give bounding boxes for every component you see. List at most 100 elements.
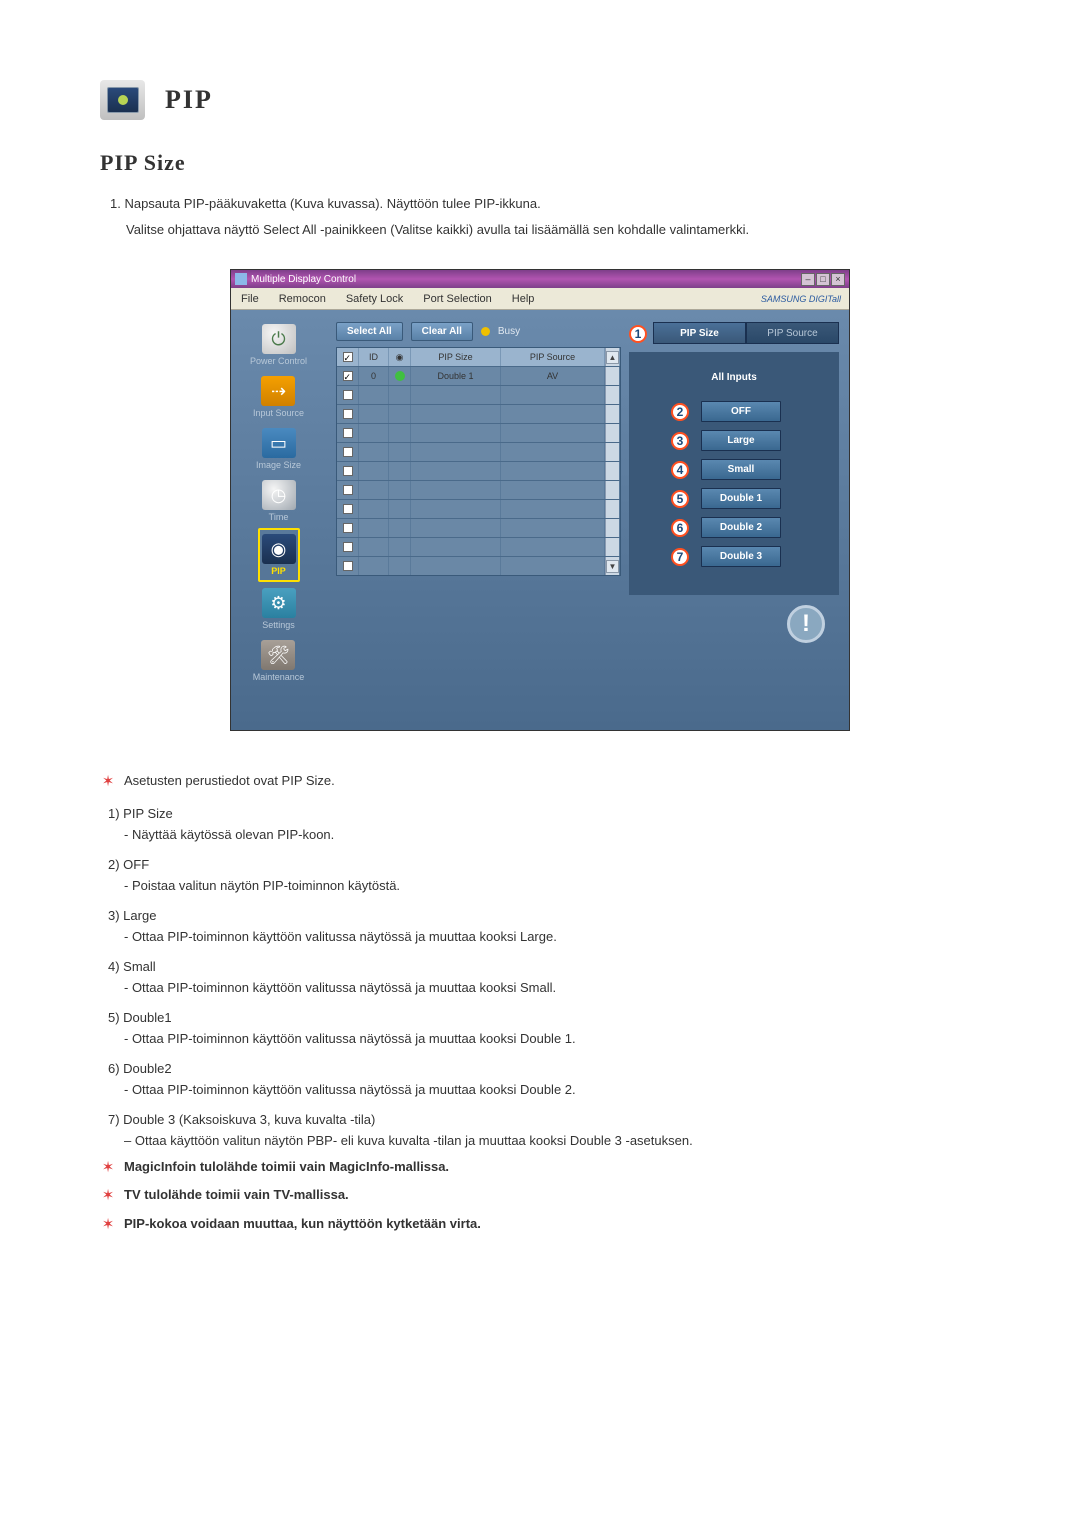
table-row[interactable]: [337, 499, 620, 518]
star-icon: ✶: [100, 1157, 116, 1180]
maximize-button[interactable]: □: [816, 273, 830, 286]
star-icon: ✶: [100, 1214, 116, 1237]
double3-button[interactable]: Double 3: [701, 546, 781, 567]
menu-remocon[interactable]: Remocon: [269, 293, 336, 305]
row-checkbox[interactable]: [343, 542, 353, 552]
table-row[interactable]: [337, 385, 620, 404]
all-inputs-label: All Inputs: [641, 372, 827, 383]
annotation-marker-7: 7: [671, 548, 689, 566]
list-item-5-title: 5) Double1: [108, 1008, 980, 1028]
col-pip-source[interactable]: PIP Source: [501, 348, 605, 366]
star-icon: ✶: [100, 771, 116, 794]
col-pip-size[interactable]: PIP Size: [411, 348, 501, 366]
list-item-3-desc: - Ottaa PIP-toiminnon käyttöön valitussa…: [124, 927, 980, 947]
table-row[interactable]: [337, 461, 620, 480]
titlebar: Multiple Display Control – □ ×: [231, 270, 849, 288]
page-title: PIP: [165, 85, 213, 115]
sidebar-item-settings[interactable]: ⚙ Settings: [260, 584, 298, 634]
sidebar-item-maintenance[interactable]: 🛠 Maintenance: [251, 636, 307, 686]
annotation-marker-6: 6: [671, 519, 689, 537]
table-row[interactable]: ▼: [337, 556, 620, 575]
row-checkbox[interactable]: [343, 409, 353, 419]
annotation-marker-5: 5: [671, 490, 689, 508]
off-button[interactable]: OFF: [701, 401, 781, 422]
table-row[interactable]: [337, 404, 620, 423]
col-id[interactable]: ID: [359, 348, 389, 366]
row-pip-size: Double 1: [411, 367, 501, 385]
annotation-marker-3: 3: [671, 432, 689, 450]
small-button[interactable]: Small: [701, 459, 781, 480]
list-item-3-title: 3) Large: [108, 906, 980, 926]
row-checkbox[interactable]: [343, 485, 353, 495]
menu-safety-lock[interactable]: Safety Lock: [336, 293, 413, 305]
close-button[interactable]: ×: [831, 273, 845, 286]
alert-icon: !: [787, 605, 825, 643]
table-row[interactable]: [337, 442, 620, 461]
instruction-line-2: Valitse ohjattava näyttö Select All -pai…: [100, 220, 980, 240]
annotation-marker-1: 1: [629, 325, 647, 343]
table-row[interactable]: [337, 423, 620, 442]
row-id: 0: [359, 367, 389, 385]
sidebar-label-image: Image Size: [256, 460, 301, 470]
settings-icon: ⚙: [262, 588, 296, 618]
list-item-7-title: 7) Double 3 (Kaksoiskuva 3, kuva kuvalta…: [108, 1110, 980, 1130]
select-all-button[interactable]: Select All: [336, 322, 403, 341]
minimize-button[interactable]: –: [801, 273, 815, 286]
menu-file[interactable]: File: [231, 293, 269, 305]
tab-pip-source[interactable]: PIP Source: [746, 322, 839, 344]
large-button[interactable]: Large: [701, 430, 781, 451]
sidebar-item-time[interactable]: ◷ Time: [260, 476, 298, 526]
bullet-star-3: TV tulolähde toimii vain TV-mallissa.: [124, 1185, 349, 1205]
table-row[interactable]: [337, 518, 620, 537]
row-checkbox[interactable]: [343, 523, 353, 533]
list-item-7-desc: – Ottaa käyttöön valitun näytön PBP- eli…: [124, 1131, 980, 1151]
status-on-icon: [395, 371, 405, 381]
double2-button[interactable]: Double 2: [701, 517, 781, 538]
sidebar-item-input-source[interactable]: ⇢ Input Source: [251, 372, 306, 422]
table-row[interactable]: [337, 537, 620, 556]
maintenance-icon: 🛠: [261, 640, 295, 670]
window-title: Multiple Display Control: [251, 274, 356, 285]
list-item-1-title: 1) PIP Size: [108, 804, 980, 824]
row-checkbox[interactable]: [343, 466, 353, 476]
row-checkbox[interactable]: [343, 428, 353, 438]
row-checkbox[interactable]: [343, 390, 353, 400]
scroll-up-button[interactable]: ▲: [605, 348, 620, 366]
scroll-down-button[interactable]: ▼: [605, 557, 620, 575]
sidebar-item-pip[interactable]: ◉ PIP: [258, 528, 300, 582]
power-icon: ⏻: [262, 324, 296, 354]
page-subtitle: PIP Size: [100, 150, 980, 176]
brand-logo: SAMSUNG DIGITall: [761, 294, 849, 304]
menubar: File Remocon Safety Lock Port Selection …: [231, 288, 849, 310]
bullet-star-4: PIP-kokoa voidaan muuttaa, kun näyttöön …: [124, 1214, 481, 1234]
row-pip-source: AV: [501, 367, 605, 385]
list-item-6-desc: - Ottaa PIP-toiminnon käyttöön valitussa…: [124, 1080, 980, 1100]
row-checkbox[interactable]: [343, 371, 353, 381]
sidebar-label-settings: Settings: [262, 620, 295, 630]
sidebar-item-power-control[interactable]: ⏻ Power Control: [248, 320, 309, 370]
sidebar-label-input: Input Source: [253, 408, 304, 418]
list-item-4-title: 4) Small: [108, 957, 980, 977]
instruction-line-1: 1. Napsauta PIP-pääkuvaketta (Kuva kuvas…: [100, 194, 980, 214]
row-checkbox[interactable]: [343, 504, 353, 514]
table-row[interactable]: [337, 480, 620, 499]
star-icon: ✶: [100, 1185, 116, 1208]
double1-button[interactable]: Double 1: [701, 488, 781, 509]
annotation-marker-2: 2: [671, 403, 689, 421]
time-icon: ◷: [262, 480, 296, 510]
sidebar-item-image-size[interactable]: ▭ Image Size: [254, 424, 303, 474]
bullet-star-1: Asetusten perustiedot ovat PIP Size.: [124, 771, 335, 791]
row-checkbox[interactable]: [343, 561, 353, 571]
titlebar-icon: [235, 273, 247, 285]
display-grid: ID ◉ PIP Size PIP Source ▲ 0 Double 1 AV: [336, 347, 621, 576]
col-check[interactable]: [337, 348, 359, 366]
menu-help[interactable]: Help: [502, 293, 545, 305]
row-checkbox[interactable]: [343, 447, 353, 457]
tab-pip-size[interactable]: PIP Size: [653, 322, 746, 344]
annotation-marker-4: 4: [671, 461, 689, 479]
clear-all-button[interactable]: Clear All: [411, 322, 473, 341]
table-row[interactable]: 0 Double 1 AV: [337, 366, 620, 385]
col-status-icon: ◉: [389, 348, 411, 366]
control-panel: All Inputs 2OFF 3Large 4Small 5Double 1 …: [629, 352, 839, 595]
menu-port-selection[interactable]: Port Selection: [413, 293, 501, 305]
